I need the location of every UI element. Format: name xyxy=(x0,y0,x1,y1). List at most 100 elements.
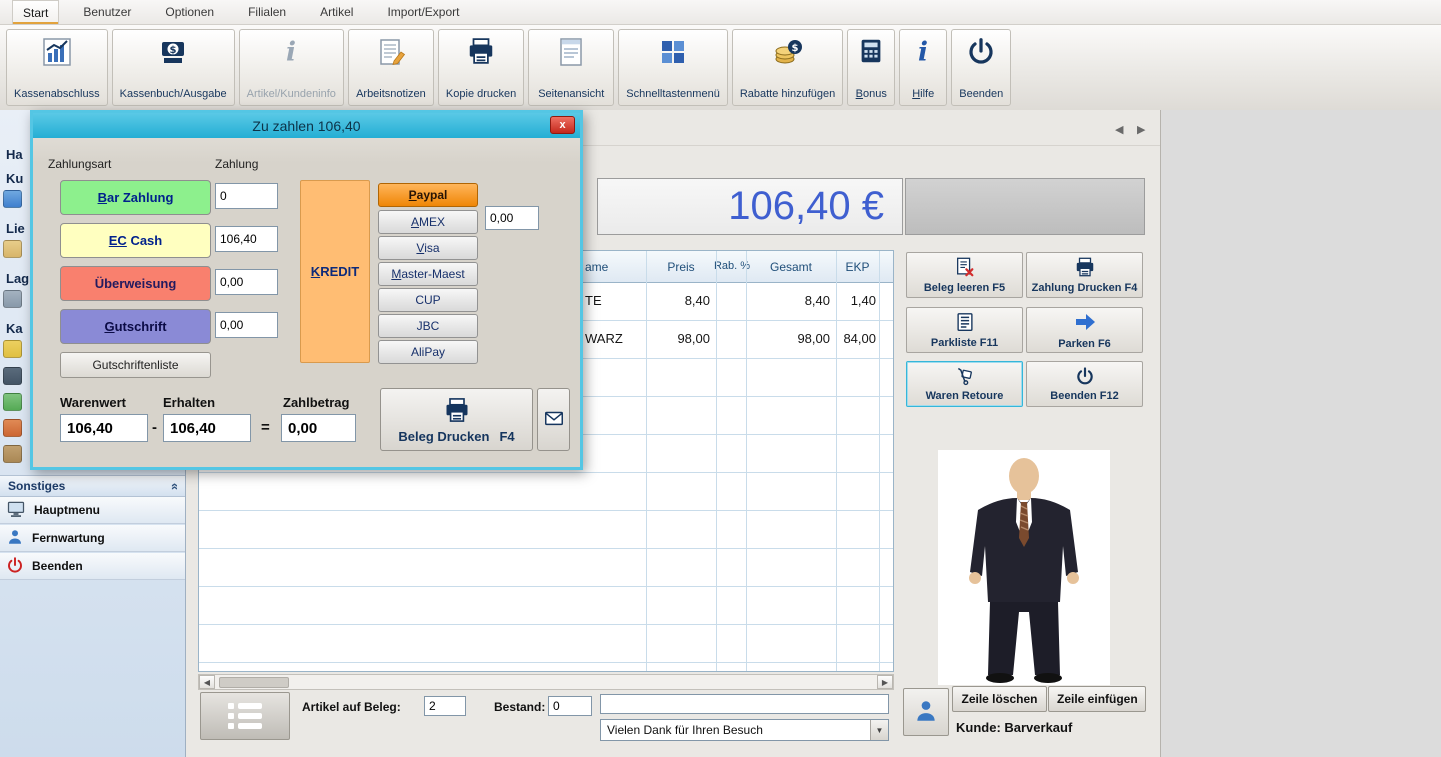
sidebar-group-label[interactable]: Ku xyxy=(6,171,23,186)
alipay-button[interactable]: AliPay xyxy=(378,340,478,364)
parken-button[interactable]: Parken F6 xyxy=(1026,307,1143,353)
sidebar-item-icon[interactable] xyxy=(3,240,22,258)
button-label: Rabatte hinzufügen xyxy=(739,88,836,100)
coins-icon xyxy=(772,36,804,71)
table-row-cell-preis[interactable]: 98,00 xyxy=(646,331,710,346)
jbc-button[interactable]: JBC xyxy=(378,314,478,338)
kredit-amount-input[interactable] xyxy=(485,206,539,230)
table-row-cell-preis[interactable]: 8,40 xyxy=(646,293,710,308)
arbeitsnotizen-button[interactable]: Arbeitsnotizen xyxy=(347,29,434,106)
tab-start[interactable]: Start xyxy=(12,0,60,24)
sidebar-item-icon[interactable] xyxy=(3,290,22,308)
sidebar-item-icon[interactable] xyxy=(3,340,22,358)
zahlung-drucken-button[interactable]: Zahlung Drucken F4 xyxy=(1026,252,1143,298)
bar-zahlung-input[interactable] xyxy=(215,183,278,209)
sidebar-item-beenden[interactable]: Beenden xyxy=(0,553,185,580)
zeile-einfuegen-button[interactable]: Zeile einfügen xyxy=(1048,686,1146,712)
power-icon xyxy=(966,36,996,69)
sidebar-group-label[interactable]: Ka xyxy=(6,321,23,336)
dropdown-value: Vielen Dank für Ihren Besuch xyxy=(607,723,763,737)
amex-button[interactable]: AMEX xyxy=(378,210,478,234)
paypal-button[interactable]: Paypal xyxy=(378,183,478,207)
prev-page-icon[interactable]: ◀ xyxy=(1115,123,1123,136)
kredit-panel[interactable]: KREDIT xyxy=(300,180,370,363)
table-row-cell-gesamt[interactable]: 8,40 xyxy=(746,293,830,308)
table-row-cell-ekp[interactable]: 84,00 xyxy=(836,331,876,346)
ec-cash-input[interactable] xyxy=(215,226,278,252)
sidebar-item-icon[interactable] xyxy=(3,367,22,385)
zeile-loeschen-button[interactable]: Zeile löschen xyxy=(952,686,1047,712)
horizontal-scrollbar[interactable]: ◀ ▶ xyxy=(198,674,894,690)
table-row-cell-name[interactable]: WARZ xyxy=(585,331,623,346)
beleg-drucken-button[interactable]: Beleg Drucken F4 xyxy=(380,388,533,451)
tab-filialen[interactable]: Filialen xyxy=(238,0,296,24)
column-divider xyxy=(646,251,647,671)
ueberweisung-button[interactable]: Überweisung xyxy=(60,266,211,301)
waren-retoure-button[interactable]: Waren Retoure xyxy=(906,361,1023,407)
sidebar-item-icon[interactable] xyxy=(3,445,22,463)
zahlbetrag-input[interactable] xyxy=(281,414,356,442)
hilfe-button[interactable]: Hilfe xyxy=(899,29,948,106)
gutschrift-input[interactable] xyxy=(215,312,278,338)
master-maestro-button[interactable]: Master-Maest xyxy=(378,262,478,286)
dialog-title: Zu zahlen 106,40 xyxy=(252,117,361,134)
sidebar-group-label[interactable]: Lie xyxy=(6,221,25,236)
kassenbuch-ausgabe-button[interactable]: Kassenbuch/Ausgabe xyxy=(111,29,235,106)
kassenabschluss-button[interactable]: Kassenabschluss xyxy=(6,29,108,106)
tab-import-export[interactable]: Import/Export xyxy=(377,0,469,24)
sidebar-item-icon[interactable] xyxy=(3,393,22,411)
sidebar-group-label[interactable]: Ha xyxy=(6,147,23,162)
tab-artikel[interactable]: Artikel xyxy=(310,0,363,24)
rabatte-hinzufuegen-button[interactable]: Rabatte hinzufügen xyxy=(731,29,844,106)
info-icon xyxy=(276,36,306,69)
section-label: Sonstiges xyxy=(8,479,66,493)
email-receipt-button[interactable] xyxy=(537,388,570,451)
warenwert-input[interactable] xyxy=(60,414,148,442)
beleg-leeren-button[interactable]: Beleg leeren F5 xyxy=(906,252,1023,298)
artikel-auf-beleg-input[interactable] xyxy=(424,696,466,716)
shortcut-key-label: F4 xyxy=(499,428,515,444)
message-input[interactable] xyxy=(600,694,889,714)
next-page-icon[interactable]: ▶ xyxy=(1137,123,1145,136)
schnelltastenmenu-button[interactable]: Schnelltastenmenü xyxy=(618,29,728,106)
button-label: Beenden F12 xyxy=(1050,390,1119,402)
receipt-list-button[interactable] xyxy=(200,692,290,740)
scroll-right-icon[interactable]: ▶ xyxy=(877,675,893,689)
table-row-cell-name[interactable]: TE xyxy=(585,293,602,308)
bestand-input[interactable] xyxy=(548,696,592,716)
sidebar-item-fernwartung[interactable]: Fernwartung xyxy=(0,525,185,552)
table-row-cell-ekp[interactable]: 1,40 xyxy=(836,293,876,308)
farewell-dropdown[interactable]: Vielen Dank für Ihren Besuch ▼ xyxy=(600,719,889,741)
cup-button[interactable]: CUP xyxy=(378,288,478,312)
tab-benutzer[interactable]: Benutzer xyxy=(73,0,141,24)
bar-zahlung-button[interactable]: Bar Zahlung xyxy=(60,180,211,215)
notepad-icon xyxy=(375,36,407,71)
gutschriftenliste-button[interactable]: Gutschriftenliste xyxy=(60,352,211,378)
beenden-f12-button[interactable]: Beenden F12 xyxy=(1026,361,1143,407)
sidebar-item-hauptmenu[interactable]: Hauptmenu xyxy=(0,497,185,524)
tab-optionen[interactable]: Optionen xyxy=(155,0,224,24)
ec-cash-button[interactable]: EC Cash xyxy=(60,223,211,258)
beenden-button[interactable]: Beenden xyxy=(951,29,1012,106)
scrollbar-thumb[interactable] xyxy=(219,677,289,688)
help-info-icon xyxy=(908,36,938,69)
sidebar-item-icon[interactable] xyxy=(3,419,22,437)
dialog-titlebar[interactable]: Zu zahlen 106,40 x xyxy=(33,113,580,138)
bonus-button[interactable]: Bonus xyxy=(847,29,896,106)
ueberweisung-input[interactable] xyxy=(215,269,278,295)
erhalten-input[interactable] xyxy=(163,414,251,442)
sidebar-group-label[interactable]: Lag xyxy=(6,271,29,286)
close-icon[interactable]: x xyxy=(550,116,575,134)
envelope-icon xyxy=(543,407,565,432)
gutschrift-button[interactable]: Gutschrift xyxy=(60,309,211,344)
customer-button[interactable] xyxy=(903,688,949,736)
seitenansicht-button[interactable]: Seitenansicht xyxy=(528,29,615,106)
sidebar-section-sonstiges[interactable]: Sonstiges » xyxy=(0,475,185,497)
app-window: Start Benutzer Optionen Filialen Artikel… xyxy=(0,0,1441,757)
kopie-drucken-button[interactable]: Kopie drucken xyxy=(437,29,525,106)
visa-button[interactable]: Visa xyxy=(378,236,478,260)
sidebar-item-icon[interactable] xyxy=(3,190,22,208)
scroll-left-icon[interactable]: ◀ xyxy=(199,675,215,689)
parkliste-button[interactable]: Parkliste F11 xyxy=(906,307,1023,353)
table-row-cell-gesamt[interactable]: 98,00 xyxy=(746,331,830,346)
